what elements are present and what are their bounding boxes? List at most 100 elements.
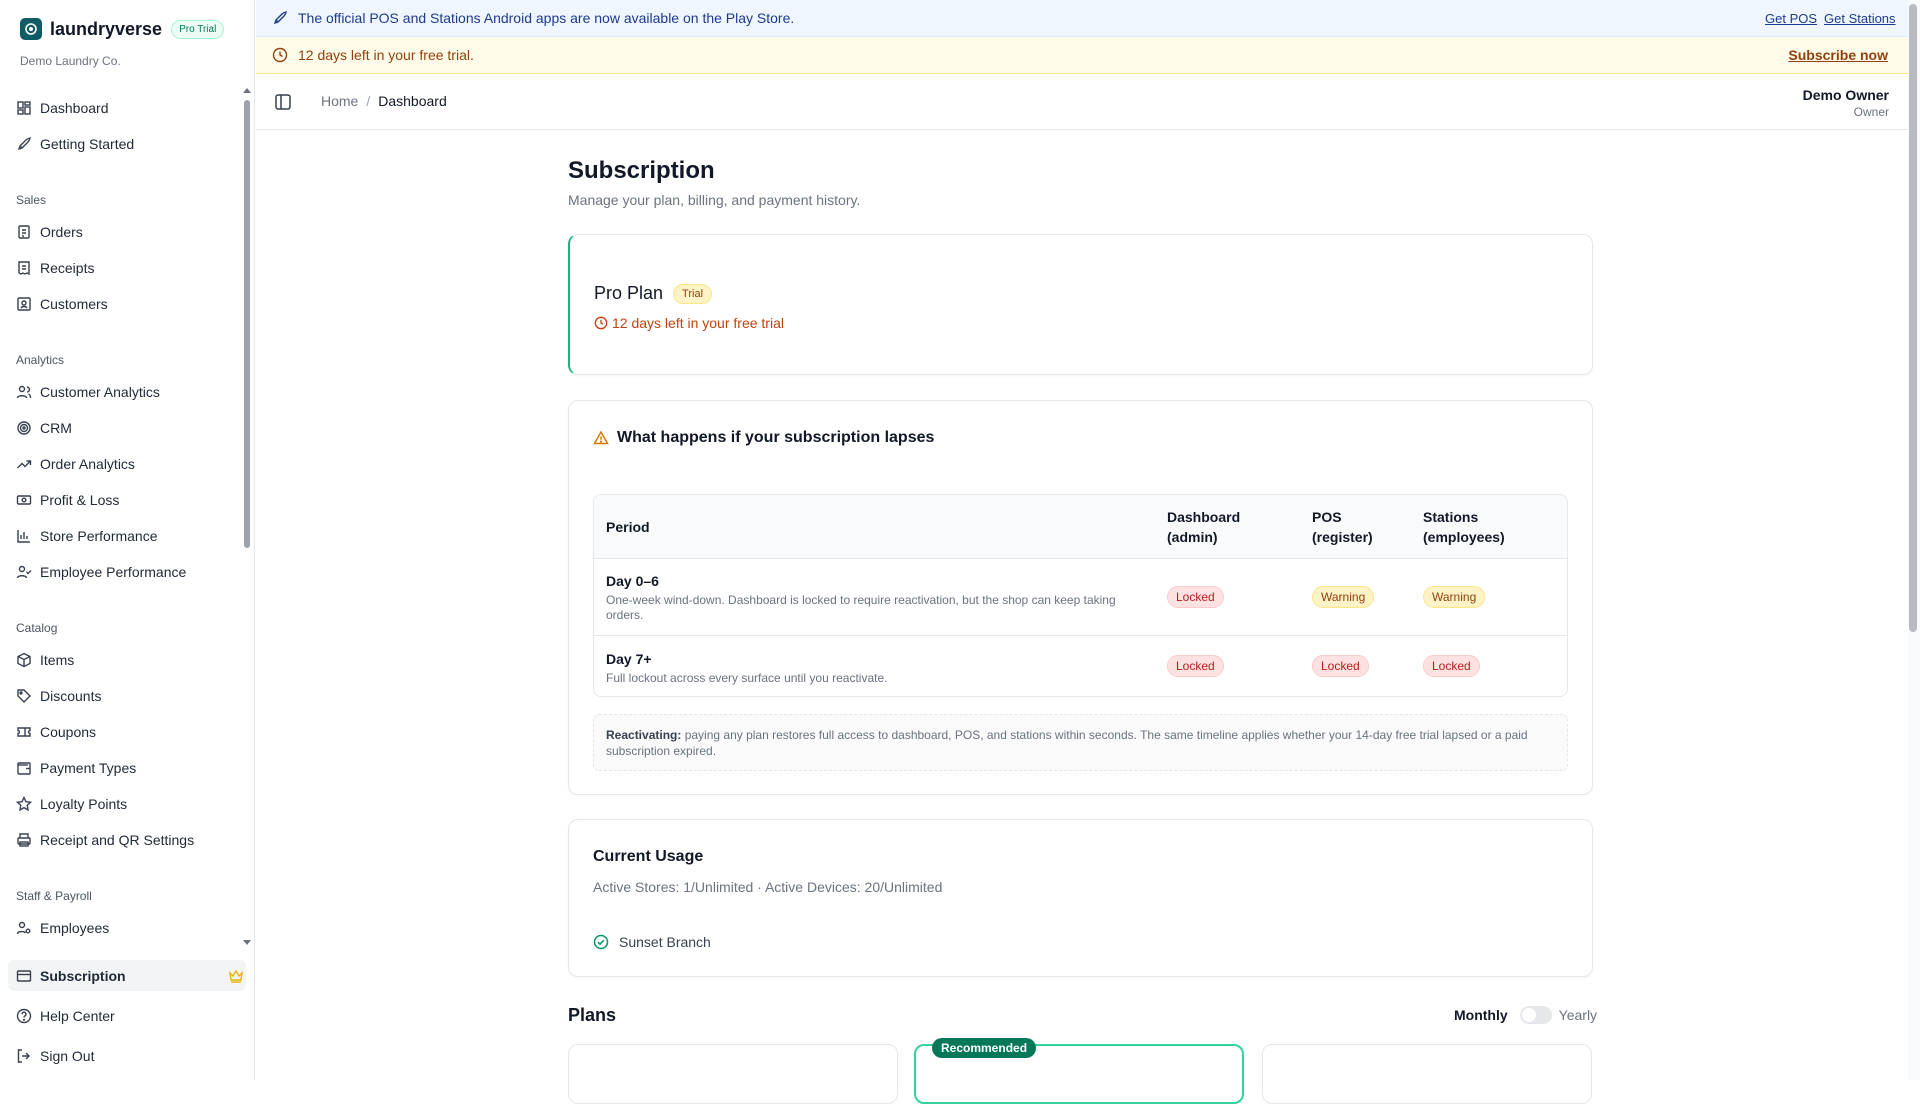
sidebar-section-catalog: Catalog xyxy=(16,621,58,635)
brand-name: laundryverse xyxy=(50,18,163,39)
sidebar-item-label: Order Analytics xyxy=(40,456,135,472)
note-text: paying any plan restores full access to … xyxy=(606,728,1528,758)
card-icon xyxy=(16,970,32,982)
billing-yearly-label[interactable]: Yearly xyxy=(1559,1007,1597,1023)
star-icon xyxy=(16,796,32,812)
sidebar-item-label: Receipt and QR Settings xyxy=(40,832,195,848)
billing-switch[interactable] xyxy=(1519,1006,1552,1024)
sidebar-item-label: Customer Analytics xyxy=(40,384,160,400)
sidebar-item-dashboard[interactable]: Dashboard xyxy=(16,96,109,120)
get-stations-link[interactable]: Get Stations xyxy=(1824,11,1896,26)
clock-icon xyxy=(594,316,608,330)
page-scrollbar[interactable] xyxy=(1909,4,1917,632)
header-dashboard-line1: Dashboard xyxy=(1167,509,1241,525)
billing-toggle: Monthly Yearly xyxy=(1454,1006,1597,1024)
scroll-down-icon[interactable] xyxy=(243,940,251,945)
sidebar-item-getting-started[interactable]: Getting Started xyxy=(16,132,134,156)
plan-card: Pro Plan Trial 12 days left in your free… xyxy=(568,234,1593,375)
rocket-icon xyxy=(17,137,31,151)
user-menu[interactable]: Demo Owner Owner xyxy=(1803,87,1889,119)
usage-summary: Active Stores: 1/Unlimited · Active Devi… xyxy=(593,879,943,895)
topbar: Home / Dashboard Demo Owner Owner xyxy=(256,74,1908,130)
table-row: Day 7+ Full lockout across every surface… xyxy=(594,636,1567,696)
reactivation-note: Reactivating: paying any plan restores f… xyxy=(593,714,1568,771)
sidebar-toggle-icon[interactable] xyxy=(274,93,292,111)
wallet-icon xyxy=(17,762,31,775)
row-description: Full lockout across every surface until … xyxy=(606,671,888,685)
ticket-icon xyxy=(17,727,31,737)
sidebar-item-receipts[interactable]: Receipts xyxy=(16,256,94,280)
sidebar-item-customers[interactable]: Customers xyxy=(16,292,108,316)
sidebar-item-label: Dashboard xyxy=(40,100,109,116)
status-badge-pos: Warning xyxy=(1312,586,1375,608)
header-pos: POS (register) xyxy=(1312,507,1373,547)
header-dashboard-line2: (admin) xyxy=(1167,529,1218,545)
sidebar-item-order-analytics[interactable]: Order Analytics xyxy=(16,452,135,476)
sidebar-item-payment-types[interactable]: Payment Types xyxy=(16,756,136,780)
check-circle-icon xyxy=(593,934,609,950)
usage-store: Sunset Branch xyxy=(593,934,711,950)
sidebar-section-sales: Sales xyxy=(16,193,47,207)
get-pos-link[interactable]: Get POS xyxy=(1765,11,1817,26)
sidebar-item-crm[interactable]: CRM xyxy=(16,416,72,440)
breadcrumb-home[interactable]: Home xyxy=(321,93,358,109)
sidebar-item-loyalty-points[interactable]: Loyalty Points xyxy=(16,792,127,816)
sidebar-item-help-center[interactable]: Help Center xyxy=(16,1004,115,1028)
status-badge-stations: Warning xyxy=(1423,586,1486,608)
sidebar-section-staff-payroll: Staff & Payroll xyxy=(16,889,92,903)
sidebar-item-employees[interactable]: Employees xyxy=(16,916,109,940)
users-icon xyxy=(16,385,32,399)
plan-badge: Pro Trial xyxy=(171,19,225,39)
sidebar-item-sign-out[interactable]: Sign Out xyxy=(16,1044,94,1068)
sidebar-item-label: Discounts xyxy=(40,688,102,704)
breadcrumb-current: Dashboard xyxy=(378,93,447,109)
scroll-up-icon[interactable] xyxy=(243,88,251,93)
sidebar-item-employee-performance[interactable]: Employee Performance xyxy=(16,560,186,584)
sidebar-item-discounts[interactable]: Discounts xyxy=(16,684,101,708)
sidebar: laundryverse Pro Trial Demo Laundry Co. … xyxy=(0,0,255,1080)
sidebar-scrollbar[interactable] xyxy=(244,100,250,548)
sidebar-item-label: Orders xyxy=(40,224,83,240)
sidebar-item-label: Items xyxy=(40,652,75,668)
plan-tile-starter[interactable] xyxy=(568,1044,898,1104)
plan-days-text: 12 days left in your free trial xyxy=(612,315,784,331)
sidebar-item-store-performance[interactable]: Store Performance xyxy=(16,524,158,548)
user-cog-icon xyxy=(16,921,31,935)
user-check-icon xyxy=(16,565,32,579)
plan-title: Pro Plan Trial xyxy=(594,283,713,304)
plan-name: Pro Plan xyxy=(594,283,664,303)
plan-tile-premium[interactable] xyxy=(1262,1044,1592,1104)
billing-monthly-label[interactable]: Monthly xyxy=(1454,1007,1508,1023)
page-title: Subscription xyxy=(568,157,715,184)
lapse-title: What happens if your subscription lapses xyxy=(593,429,934,447)
trend-up-icon xyxy=(17,460,32,469)
plan-days-left: 12 days left in your free trial xyxy=(594,315,784,331)
target-icon xyxy=(17,421,31,435)
rocket-icon xyxy=(273,11,287,25)
sidebar-item-label: Getting Started xyxy=(40,136,135,152)
table-header: Period Dashboard (admin) POS (register) St… xyxy=(594,495,1567,559)
sidebar-item-receipt-qr-settings[interactable]: Receipt and QR Settings xyxy=(16,828,194,852)
header-dashboard: Dashboard (admin) xyxy=(1167,507,1240,547)
contact-icon xyxy=(17,297,31,311)
sidebar-item-customer-analytics[interactable]: Customer Analytics xyxy=(16,380,160,404)
sidebar-item-items[interactable]: Items xyxy=(16,648,74,672)
help-icon xyxy=(16,1008,32,1024)
user-role: Owner xyxy=(1853,105,1889,119)
status-badge-stations: Locked xyxy=(1423,655,1480,677)
sidebar-item-label: Employee Performance xyxy=(40,564,187,580)
note-label: Reactivating: xyxy=(606,728,682,742)
sidebar-item-label: CRM xyxy=(40,420,72,436)
sidebar-item-subscription[interactable]: Subscription xyxy=(16,964,244,988)
brand[interactable]: laundryverse Pro Trial xyxy=(20,18,225,40)
header-stations-line1: Stations xyxy=(1423,509,1479,525)
subscribe-now-link[interactable]: Subscribe now xyxy=(1788,47,1888,63)
sidebar-item-profit-loss[interactable]: Profit & Loss xyxy=(16,488,119,512)
trial-banner: 12 days left in your free trial. Subscri… xyxy=(256,37,1908,74)
status-badge-dashboard: Locked xyxy=(1167,655,1224,677)
bar-chart-icon xyxy=(17,530,30,543)
breadcrumb: Home / Dashboard xyxy=(321,93,447,109)
trial-badge: Trial xyxy=(673,283,713,304)
sidebar-item-orders[interactable]: Orders xyxy=(16,220,83,244)
sidebar-item-coupons[interactable]: Coupons xyxy=(16,720,96,744)
